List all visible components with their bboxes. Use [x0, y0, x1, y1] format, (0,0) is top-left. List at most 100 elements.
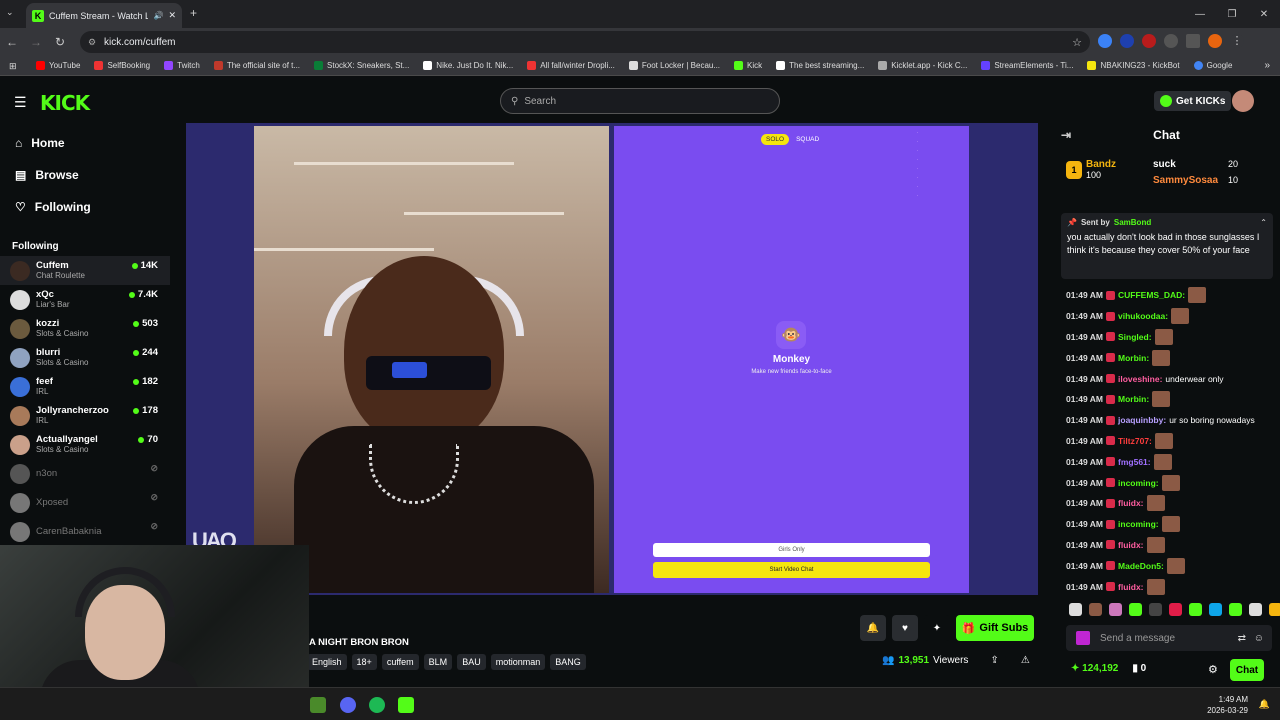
- discord-icon[interactable]: [340, 697, 356, 713]
- report-icon[interactable]: ⚠: [1021, 655, 1030, 666]
- sidebar-item-following[interactable]: ♡ Following: [0, 191, 170, 223]
- sidebar-item-home[interactable]: ⌂ Home: [0, 127, 170, 159]
- points-value[interactable]: ✦ 124,192: [1071, 663, 1118, 674]
- user-avatar[interactable]: [1232, 90, 1254, 112]
- send-chat-button[interactable]: Chat: [1230, 659, 1264, 681]
- translate-icon[interactable]: ⇄: [1238, 633, 1246, 644]
- notification-bell-button[interactable]: 🔔: [860, 615, 886, 641]
- message-user[interactable]: incoming:: [1118, 519, 1159, 529]
- notification-icon[interactable]: 🔔: [1259, 699, 1270, 710]
- clip-button[interactable]: ✦: [924, 615, 950, 641]
- minecraft-icon[interactable]: [310, 697, 326, 713]
- more-bookmarks-icon[interactable]: »: [1264, 60, 1270, 71]
- emote-icon[interactable]: [1069, 603, 1082, 616]
- bookmark-item[interactable]: Nike. Just Do It. Nik...: [423, 61, 513, 70]
- followed-channel[interactable]: CarenBabaknia ⊘: [0, 517, 170, 546]
- followed-channel[interactable]: Actuallyangel Slots & Casino 70: [0, 430, 170, 459]
- kick-logo[interactable]: KICK: [40, 91, 90, 115]
- bookmark-star-icon[interactable]: ☆: [1072, 36, 1082, 49]
- emote-icon[interactable]: [1169, 603, 1182, 616]
- profile-avatar[interactable]: [1208, 34, 1222, 48]
- kick-app-icon[interactable]: [398, 697, 414, 713]
- tag[interactable]: BAU: [457, 654, 486, 670]
- emote-icon[interactable]: [1189, 603, 1202, 616]
- emoji-icon[interactable]: ☺: [1254, 633, 1264, 644]
- message-user[interactable]: Morbin:: [1118, 353, 1149, 363]
- message-user[interactable]: incoming:: [1118, 478, 1159, 488]
- close-window-icon[interactable]: ✕: [1248, 0, 1280, 28]
- bookmark-item[interactable]: All fall/winter Dropli...: [527, 61, 615, 70]
- message-user[interactable]: iloveshine:: [1118, 374, 1162, 384]
- url-field[interactable]: ⚙ kick.com/cuffem ☆: [80, 31, 1090, 53]
- spotify-icon[interactable]: [369, 697, 385, 713]
- browser-tab[interactable]: K Cuffem Stream - Watch Live 🔊 ✕: [26, 3, 182, 28]
- bookmark-item[interactable]: Kicklet.app - Kick C...: [878, 61, 967, 70]
- tab-close-icon[interactable]: ✕: [168, 10, 176, 21]
- new-tab-icon[interactable]: +: [190, 6, 197, 20]
- forward-icon[interactable]: →: [24, 35, 48, 49]
- bookmark-item[interactable]: StockX: Sneakers, St...: [314, 61, 409, 70]
- tag[interactable]: 18+: [351, 654, 377, 670]
- menu-dots-icon[interactable]: ⋮: [1230, 34, 1244, 48]
- emote-icon[interactable]: [1229, 603, 1242, 616]
- emote-icon[interactable]: [1109, 603, 1122, 616]
- bookmark-item[interactable]: The official site of t...: [213, 61, 300, 70]
- site-info-icon[interactable]: ⚙: [88, 37, 96, 48]
- search-input[interactable]: ⚲ Search: [500, 88, 780, 114]
- puzzle-icon[interactable]: [1164, 34, 1178, 48]
- get-kicks-button[interactable]: Get KICKs: [1154, 91, 1232, 111]
- bookmark-item[interactable]: The best streaming...: [776, 61, 864, 70]
- emote-icon[interactable]: [1089, 603, 1102, 616]
- followed-channel[interactable]: Xposed ⊘: [0, 488, 170, 517]
- bookmark-item[interactable]: Twitch: [164, 61, 200, 70]
- tag[interactable]: English: [307, 654, 347, 670]
- follow-button[interactable]: ♥: [892, 615, 918, 641]
- gift-subs-button[interactable]: 🎁 Gift Subs: [956, 615, 1034, 641]
- extension-icon[interactable]: [1142, 34, 1156, 48]
- pinned-user[interactable]: SamBond: [1114, 218, 1151, 227]
- collapse-chat-icon[interactable]: ⇥: [1061, 128, 1071, 142]
- tag[interactable]: cuffem: [381, 654, 419, 670]
- message-user[interactable]: joaquinbby:: [1118, 415, 1166, 425]
- menu-icon[interactable]: ☰: [14, 94, 27, 111]
- emote-icon[interactable]: [1269, 603, 1280, 616]
- followed-channel[interactable]: Jollyrancherzoo IRL 178: [0, 401, 170, 430]
- bookmark-item[interactable]: Foot Locker | Becau...: [628, 61, 720, 70]
- squad-tab[interactable]: SQUAD: [791, 134, 824, 145]
- message-user[interactable]: Singled:: [1118, 332, 1152, 342]
- tag[interactable]: motionman: [490, 654, 546, 670]
- followed-channel[interactable]: xQc Liar's Bar 7.4K: [0, 285, 170, 314]
- message-user[interactable]: Tiltz707:: [1118, 436, 1152, 446]
- bookmark-item[interactable]: StreamElements - Ti...: [981, 61, 1073, 70]
- tag[interactable]: BLM: [423, 654, 453, 670]
- message-user[interactable]: fluidx:: [1118, 582, 1144, 592]
- emote-icon[interactable]: [1209, 603, 1222, 616]
- followed-channel[interactable]: Cuffem Chat Roulette 14K: [0, 256, 170, 285]
- video-player[interactable]: SOLO SQUAD · · · · · · · · 🐵 Monkey Make new fr…: [186, 123, 1038, 595]
- tab-search-icon[interactable]: ⌄: [6, 7, 14, 18]
- message-user[interactable]: fluidx:: [1118, 498, 1144, 508]
- back-icon[interactable]: ←: [0, 35, 24, 49]
- share-icon[interactable]: ⇪: [990, 655, 998, 666]
- extension-icon[interactable]: [1120, 34, 1134, 48]
- message-user[interactable]: CUFFEMS_DAD:: [1118, 290, 1185, 300]
- bookmark-item[interactable]: Kick: [734, 61, 762, 70]
- reading-list-icon[interactable]: [1186, 34, 1200, 48]
- bookmark-item[interactable]: YouTube: [36, 61, 80, 70]
- maximize-icon[interactable]: ❐: [1216, 0, 1248, 28]
- unpin-icon[interactable]: ⌃: [1260, 218, 1267, 227]
- message-user[interactable]: fluidx:: [1118, 540, 1144, 550]
- followed-channel[interactable]: n3on ⊘: [0, 459, 170, 488]
- emote-icon[interactable]: [1149, 603, 1162, 616]
- bookmark-item[interactable]: Google: [1193, 61, 1232, 70]
- tag[interactable]: BANG: [550, 654, 586, 670]
- sidebar-item-browse[interactable]: ▤ Browse: [0, 159, 170, 191]
- emote-icon[interactable]: [1249, 603, 1262, 616]
- followed-channel[interactable]: kozzi Slots & Casino 503: [0, 314, 170, 343]
- followed-channel[interactable]: feef IRL 182: [0, 372, 170, 401]
- bookmark-item[interactable]: NBAKING23 - KickBot: [1087, 61, 1180, 70]
- apps-grid-icon[interactable]: ⊞: [9, 61, 17, 72]
- message-user[interactable]: fmg561:: [1118, 457, 1151, 467]
- clock[interactable]: 1:49 AM 2026-03-29: [1207, 694, 1248, 716]
- chat-settings-icon[interactable]: ⚙: [1208, 663, 1218, 676]
